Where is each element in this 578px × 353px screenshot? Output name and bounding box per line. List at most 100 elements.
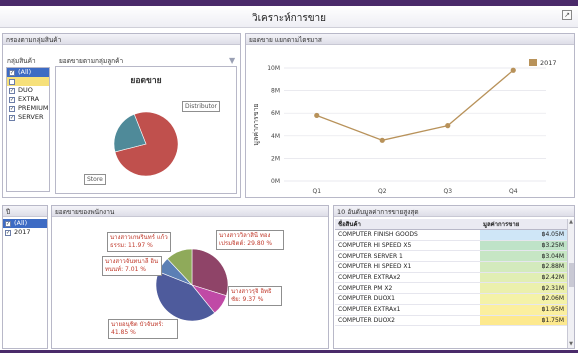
checkbox[interactable]: ✓ xyxy=(5,229,11,236)
x-tick-label: Q4 xyxy=(509,188,518,195)
sales-label-5: นางสาววิลาสินี ทองเปรมจิตต์: 29.80 % xyxy=(216,230,284,250)
filter-funnel-icon[interactable]: ▼ xyxy=(229,56,235,65)
group-filter-item-label: (All) xyxy=(18,68,32,76)
x-tick-label: Q3 xyxy=(443,188,452,195)
scroll-up-icon[interactable]: ▲ xyxy=(568,219,574,226)
table-row[interactable]: COMPUTER DUOX2 ฿1.75M xyxy=(335,315,567,327)
group-filter-item[interactable]: ✓ EXTRA xyxy=(7,95,49,104)
group-filter-item-label: DUO xyxy=(18,86,33,94)
legend-label: 2017 xyxy=(540,59,557,67)
y-tick-label: 6M xyxy=(271,110,280,117)
scroll-thumb[interactable] xyxy=(569,263,574,287)
year-filter-header: ปี xyxy=(3,206,47,217)
export-icon[interactable]: ↗ xyxy=(562,10,572,20)
series-line xyxy=(316,69,514,141)
product-name-cell: COMPUTER HI SPEED X5 xyxy=(335,240,480,252)
group-filter-list: ✓ (All) ✓ DUO ✓ EXTRA ✓ PREMIUM ✓ SERVER xyxy=(6,67,50,192)
group-filter-item[interactable] xyxy=(7,77,49,86)
group-filter-header: กรองตามกลุ่มสินค้า xyxy=(3,34,240,45)
sales-value-cell: ฿3.04M xyxy=(480,250,567,263)
product-name-cell: COMPUTER SERVER 1 xyxy=(335,250,480,263)
data-point[interactable] xyxy=(510,67,516,73)
sales-label-3: นายอนุชิต บัวจันทร์: 41.85 % xyxy=(108,319,178,339)
top10-scrollbar[interactable]: ▲ ▼ xyxy=(567,219,574,348)
checkbox[interactable]: ✓ xyxy=(5,220,11,227)
scroll-down-icon[interactable]: ▼ xyxy=(568,341,574,348)
quarterly-sales-panel: ยอดขาย แยกตามไตรมาส 0M 2M 4M 6M 8M 10M มูลค่าก… xyxy=(245,33,575,198)
column-header-value[interactable]: มูลค่าการขาย xyxy=(480,219,567,230)
sales-value-cell: ฿2.06M xyxy=(480,293,567,305)
salesperson-panel: ยอดขายของพนักงาน นางสาวเกษรินทร์ แก้วธรร… xyxy=(51,205,329,349)
checkbox[interactable]: ✓ xyxy=(9,69,15,76)
sales-value-cell: ฿2.31M xyxy=(480,282,567,295)
y-tick-label: 4M xyxy=(271,133,280,140)
product-name-cell: COMPUTER DUOX2 xyxy=(335,315,480,327)
salesperson-pie xyxy=(155,248,229,322)
product-name-cell: COMPUTER EXTRAx2 xyxy=(335,272,480,284)
table-row[interactable]: COMPUTER FINISH GOODS ฿4.05M xyxy=(335,229,567,241)
product-name-cell: COMPUTER EXTRAx1 xyxy=(335,304,480,316)
table-row[interactable]: COMPUTER DUOX1 ฿2.06M xyxy=(335,293,567,305)
sales-value-cell: ฿1.75M xyxy=(480,315,567,327)
sales-value-cell: ฿2.88M xyxy=(480,261,567,273)
group-filter-item[interactable]: ✓ PREMIUM xyxy=(7,104,49,113)
table-row[interactable]: COMPUTER HI SPEED X5 ฿3.25M xyxy=(335,240,567,252)
quarterly-sales-line-chart: 0M 2M 4M 6M 8M 10M มูลค่าการขาย Q1 Q2 Q3 Q4 2017 xyxy=(252,59,557,195)
group-filter-item[interactable]: ✓ SERVER xyxy=(7,113,49,122)
y-tick-label: 2M xyxy=(271,155,280,162)
table-row[interactable]: COMPUTER SERVER 1 ฿3.04M xyxy=(335,250,567,263)
salesperson-header: ยอดขายของพนักงาน xyxy=(52,206,328,217)
group-filter-item-label: EXTRA xyxy=(18,95,40,103)
year-filter-panel: ปี ✓ (All) ✓ 2017 xyxy=(2,205,48,349)
checkbox[interactable] xyxy=(9,78,15,85)
table-row[interactable]: COMPUTER HI SPEED X1 ฿2.88M xyxy=(335,261,567,273)
data-point[interactable] xyxy=(314,112,320,119)
group-filter-item-label: PREMIUM xyxy=(18,104,49,112)
y-tick-label: 0M xyxy=(271,178,280,185)
column-header-product[interactable]: ชื่อสินค้า xyxy=(335,219,480,230)
quarterly-sales-header: ยอดขาย แยกตามไตรมาส xyxy=(246,34,574,45)
year-filter-item-label: (All) xyxy=(14,219,28,227)
sales-label-4: นางสาวรุจิ อิทธิชัย: 9.37 % xyxy=(228,286,282,306)
data-point[interactable] xyxy=(379,137,385,143)
sales-value-cell: ฿2.42M xyxy=(480,272,567,284)
distributor-label: Distributor xyxy=(182,101,221,112)
y-axis-label: มูลค่าการขาย xyxy=(252,103,260,145)
data-point[interactable] xyxy=(445,123,451,129)
year-filter-item[interactable]: ✓ 2017 xyxy=(3,228,47,237)
dashboard-title-bar: วิเคราะห์การขาย ↗ xyxy=(0,6,578,28)
checkbox[interactable]: ✓ xyxy=(9,105,15,112)
checkbox[interactable]: ✓ xyxy=(9,96,15,103)
group-list-label: กลุ่มสินค้า xyxy=(7,57,36,65)
year-filter-item-label: 2017 xyxy=(14,228,31,236)
sales-label-1: นางสาวเกษรินทร์ แก้วธรรม: 11.97 % xyxy=(107,232,171,252)
product-name-cell: COMPUTER PM X2 xyxy=(335,282,480,295)
table-row[interactable]: COMPUTER EXTRAx2 ฿2.42M xyxy=(335,272,567,284)
group-filter-panel: กรองตามกลุ่มสินค้า กลุ่มสินค้า ✓ (All) ✓ DU… xyxy=(2,33,241,198)
y-tick-label: 8M xyxy=(271,88,280,95)
table-row[interactable]: COMPUTER EXTRAx1 ฿1.95M xyxy=(335,304,567,316)
checkbox[interactable]: ✓ xyxy=(9,87,15,94)
pie-section-label: ยอดขายตามกลุ่มลูกค้า xyxy=(59,57,124,65)
top10-table: ชื่อสินค้า มูลค่าการขาย COMPUTER FINISH … xyxy=(335,219,567,327)
legend-swatch xyxy=(529,59,537,66)
customer-group-pie-box: ยอดขาย Distributor Store xyxy=(55,66,237,194)
x-tick-label: Q1 xyxy=(312,188,321,195)
sales-label-2: นางสาวจันทนาลี อินทนนท์: 7.01 % xyxy=(102,256,162,276)
sales-value-cell: ฿4.05M xyxy=(480,229,567,241)
year-filter-list: ✓ (All) ✓ 2017 xyxy=(3,219,47,237)
top10-panel: 10 อันดับมูลค่าการขายสูงสุด ชื่อสินค้า ม… xyxy=(333,205,575,349)
checkbox[interactable]: ✓ xyxy=(9,114,15,121)
sales-value-cell: ฿3.25M xyxy=(480,240,567,252)
group-filter-item[interactable]: ✓ (All) xyxy=(7,68,49,77)
table-row[interactable]: COMPUTER PM X2 ฿2.31M xyxy=(335,282,567,295)
x-tick-label: Q2 xyxy=(378,188,387,195)
product-name-cell: COMPUTER DUOX1 xyxy=(335,293,480,305)
store-label: Store xyxy=(84,174,106,185)
dashboard-title: วิเคราะห์การขาย xyxy=(251,13,327,24)
product-name-cell: COMPUTER HI SPEED X1 xyxy=(335,261,480,273)
year-filter-item[interactable]: ✓ (All) xyxy=(3,219,47,228)
group-filter-item-label: SERVER xyxy=(18,113,44,121)
group-filter-item[interactable]: ✓ DUO xyxy=(7,86,49,95)
sales-value-cell: ฿1.95M xyxy=(480,304,567,316)
